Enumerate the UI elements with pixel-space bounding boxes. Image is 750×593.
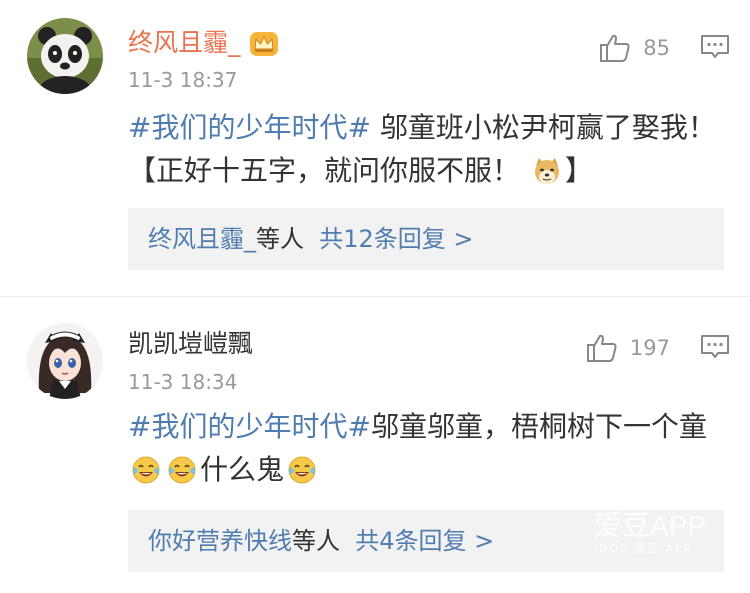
comment-body-end: 】 xyxy=(564,154,593,187)
like-count: 197 xyxy=(629,336,670,360)
replies-preview[interactable]: 终风且霾_等人 共12条回复 > xyxy=(128,208,724,270)
watermark-sub: iDOL 爱豆 APP xyxy=(594,542,693,555)
reply-suffix: 等人 xyxy=(292,527,340,555)
username[interactable]: 终风且霾_ xyxy=(128,28,279,58)
comment-body-2: 什么鬼 xyxy=(200,453,285,486)
vip-crown-icon xyxy=(249,32,278,56)
anime-girl-avatar-icon xyxy=(27,323,103,399)
comment-text: #我们的少年时代#邬童邬童，梧桐树下一个童 什么鬼 xyxy=(128,405,718,491)
reply-count-link[interactable]: 共4条回复 > xyxy=(355,527,494,555)
comment-time: 11-3 18:34 xyxy=(128,370,238,394)
comment-item: 终风且霾_ 11-3 18:37 85 #我们的少年时代# 邬童班小松尹柯赢了娶… xyxy=(0,0,750,296)
comment-reply-icon[interactable] xyxy=(700,334,730,360)
thumbs-up-icon xyxy=(586,334,617,362)
panda-avatar-icon xyxy=(27,18,103,94)
comment-time: 11-3 18:37 xyxy=(128,68,238,92)
app-watermark: 爱豆APP iDOL 爱豆 APP xyxy=(594,510,706,556)
user-avatar[interactable] xyxy=(27,323,103,399)
like-count: 85 xyxy=(643,36,670,60)
laugh-cry-emoji-icon xyxy=(168,456,196,484)
comment-text: #我们的少年时代# 邬童班小松尹柯赢了娶我！【正好十五字，就问你服不服！ 】 xyxy=(128,106,718,192)
like-button[interactable]: 197 xyxy=(586,333,670,363)
user-avatar[interactable] xyxy=(27,18,103,94)
topic-hashtag[interactable]: #我们的少年时代# xyxy=(128,111,371,144)
laugh-cry-emoji-icon xyxy=(132,456,160,484)
like-button[interactable]: 85 xyxy=(599,33,670,63)
reply-users[interactable]: 终风且霾_ xyxy=(148,225,256,253)
username[interactable]: 凯凯塏嵦飄 xyxy=(128,329,253,359)
reply-suffix: 等人 xyxy=(256,225,304,253)
reply-users[interactable]: 你好营养快线 xyxy=(148,527,292,555)
comment-reply-icon[interactable] xyxy=(700,34,730,60)
username-text[interactable]: 终风且霾_ xyxy=(128,28,241,57)
topic-hashtag[interactable]: #我们的少年时代# xyxy=(128,410,371,443)
reply-count-link[interactable]: 共12条回复 > xyxy=(319,225,473,253)
laugh-cry-emoji-icon xyxy=(288,456,316,484)
watermark-main: 爱豆APP xyxy=(594,510,707,541)
doge-emoji-icon xyxy=(534,158,559,184)
comment-body: 邬童邬童，梧桐树下一个童 xyxy=(370,410,707,443)
thumbs-up-icon xyxy=(600,34,630,62)
